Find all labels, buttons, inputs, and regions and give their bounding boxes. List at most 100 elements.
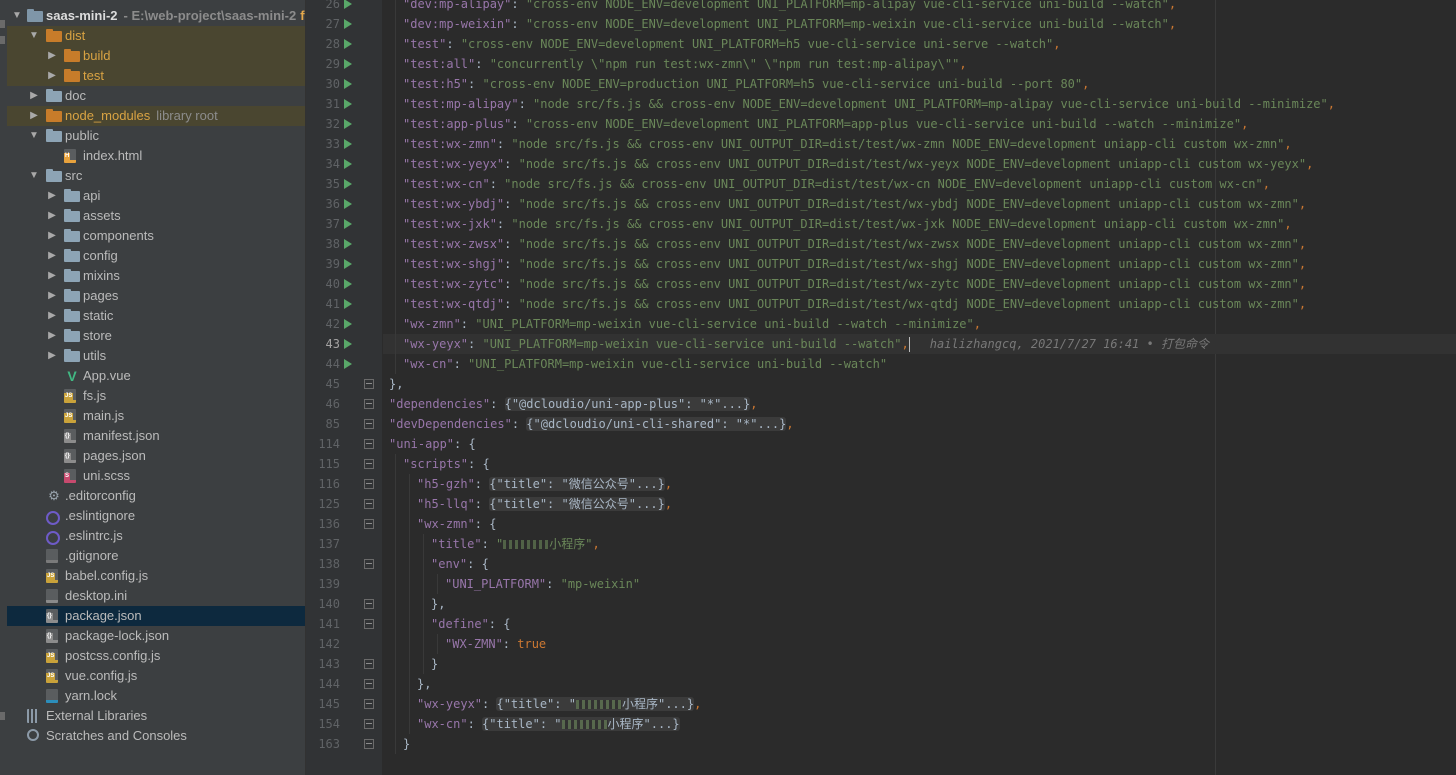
run-script-icon[interactable] (344, 239, 352, 249)
code-line[interactable]: "test:app-plus": "cross-env NODE_ENV=dev… (389, 114, 1248, 134)
tree-item-desktop-ini[interactable]: desktop.ini (7, 586, 305, 606)
code-line[interactable]: "test": "cross-env NODE_ENV=development … (389, 34, 1060, 54)
chevron-right-icon[interactable]: ▶ (46, 246, 58, 266)
folded-region[interactable]: {"title": " 小程序"...} (496, 697, 695, 711)
code-line[interactable]: "dev:mp-alipay": "cross-env NODE_ENV=dev… (389, 0, 1176, 14)
tree-item-fs-js[interactable]: JS fs.js (7, 386, 305, 406)
tree-item-scratches-and-consoles[interactable]: Scratches and Consoles (7, 726, 305, 746)
tree-item-index-html[interactable]: Hindex.html (7, 146, 305, 166)
chevron-right-icon[interactable]: ▶ (46, 286, 58, 306)
folded-region[interactable]: {"title": "微信公众号"...} (489, 477, 665, 491)
structure-tool-tab[interactable] (0, 36, 5, 44)
code-line[interactable]: "h5-llq": {"title": "微信公众号"...}, (389, 494, 672, 514)
chevron-down-icon[interactable]: ▼ (28, 126, 40, 146)
fold-toggle-icon[interactable] (364, 519, 374, 529)
tree-item-api[interactable]: ▶ api (7, 186, 305, 206)
tree-item-test[interactable]: ▶ test (7, 66, 305, 86)
code-line[interactable]: "wx-zmn": { (389, 514, 496, 534)
fold-toggle-icon[interactable] (364, 679, 374, 689)
fold-toggle-icon[interactable] (364, 419, 374, 429)
run-script-icon[interactable] (344, 179, 352, 189)
code-line[interactable]: "devDependencies": {"@dcloudio/uni-cli-s… (389, 414, 794, 434)
code-line[interactable]: "test:wx-yeyx": "node src/fs.js && cross… (389, 154, 1313, 174)
project-tool-tab[interactable] (0, 20, 5, 28)
code-line[interactable]: "define": { (389, 614, 510, 634)
chevron-right-icon[interactable]: ▶ (28, 86, 40, 106)
code-line[interactable]: "UNI_PLATFORM": "mp-weixin" (389, 574, 640, 594)
tree-item-mixins[interactable]: ▶ mixins (7, 266, 305, 286)
run-script-icon[interactable] (344, 299, 352, 309)
code-line[interactable]: }, (389, 374, 403, 394)
tree-item-babel-config-js[interactable]: JS babel.config.js (7, 566, 305, 586)
fold-toggle-icon[interactable] (364, 659, 374, 669)
chevron-right-icon[interactable]: ▶ (46, 46, 58, 66)
tree-item-public[interactable]: ▼ public (7, 126, 305, 146)
code-line[interactable]: "wx-cn": {"title": " 小程序"...} (389, 714, 680, 734)
code-line[interactable]: }, (389, 674, 431, 694)
tree-item-pages-json[interactable]: {} pages.json (7, 446, 305, 466)
tree-item-static[interactable]: ▶ static (7, 306, 305, 326)
chevron-right-icon[interactable]: ▶ (28, 106, 40, 126)
tree-item-doc[interactable]: ▶ doc (7, 86, 305, 106)
code-line[interactable]: "test:wx-jxk": "node src/fs.js && cross-… (389, 214, 1292, 234)
tree-item-uni-scss[interactable]: Suni.scss (7, 466, 305, 486)
chevron-right-icon[interactable]: ▶ (46, 66, 58, 86)
code-line[interactable]: "test:mp-alipay": "node src/fs.js && cro… (389, 94, 1335, 114)
tree-item-utils[interactable]: ▶ utils (7, 346, 305, 366)
chevron-right-icon[interactable]: ▶ (46, 266, 58, 286)
fold-toggle-icon[interactable] (364, 459, 374, 469)
code-line[interactable]: "scripts": { (389, 454, 490, 474)
code-line[interactable]: "test:all": "concurrently \"npm run test… (389, 54, 967, 74)
code-line[interactable]: "test:wx-ybdj": "node src/fs.js && cross… (389, 194, 1306, 214)
code-line[interactable]: "h5-gzh": {"title": "微信公众号"...}, (389, 474, 672, 494)
tree-item-app-vue[interactable]: V App.vue (7, 366, 305, 386)
tree-item-main-js[interactable]: JS main.js (7, 406, 305, 426)
chevron-right-icon[interactable]: ▶ (46, 226, 58, 246)
folded-region[interactable]: {"@dcloudio/uni-cli-shared": "*"...} (526, 417, 787, 431)
fold-toggle-icon[interactable] (364, 599, 374, 609)
code-line[interactable]: "title": " 小程序", (389, 534, 600, 554)
code-line[interactable]: } (389, 734, 410, 754)
fold-toggle-icon[interactable] (364, 619, 374, 629)
tree-item-vue-config-js[interactable]: JS vue.config.js (7, 666, 305, 686)
chevron-right-icon[interactable]: ▶ (46, 206, 58, 226)
tree-item-assets[interactable]: ▶ assets (7, 206, 305, 226)
tree-item-config[interactable]: ▶ config (7, 246, 305, 266)
code-line[interactable]: } (389, 654, 438, 674)
tree-item-postcss-config-js[interactable]: JS postcss.config.js (7, 646, 305, 666)
chevron-right-icon[interactable]: ▶ (46, 346, 58, 366)
fold-toggle-icon[interactable] (364, 499, 374, 509)
fold-toggle-icon[interactable] (364, 439, 374, 449)
code-line[interactable]: "test:wx-zytc": "node src/fs.js && cross… (389, 274, 1306, 294)
run-script-icon[interactable] (344, 359, 352, 369)
tree-item-package-json[interactable]: {} package.json (7, 606, 305, 626)
code-line[interactable]: "uni-app": { (389, 434, 476, 454)
run-script-icon[interactable] (344, 119, 352, 129)
run-script-icon[interactable] (344, 79, 352, 89)
code-line[interactable]: "wx-zmn": "UNI_PLATFORM=mp-weixin vue-cl… (389, 314, 981, 334)
code-line[interactable]: "WX-ZMN": true (389, 634, 546, 654)
tree-item-dist[interactable]: ▼ dist (7, 26, 305, 46)
code-line[interactable]: "dependencies": {"@dcloudio/uni-app-plus… (389, 394, 757, 414)
fold-toggle-icon[interactable] (364, 699, 374, 709)
fold-toggle-icon[interactable] (364, 719, 374, 729)
git-blame-annotation[interactable]: hailizhangcq, 2021/7/27 16:41 • 打包命令 (930, 337, 1209, 351)
code-line[interactable]: "test:wx-qtdj": "node src/fs.js && cross… (389, 294, 1306, 314)
tree-item-external-libraries[interactable]: External Libraries (7, 706, 305, 726)
run-script-icon[interactable] (344, 199, 352, 209)
code-line[interactable]: "wx-yeyx": {"title": " 小程序"...}, (389, 694, 701, 714)
favorites-tool-tab[interactable] (0, 712, 5, 720)
tree-item-components[interactable]: ▶ components (7, 226, 305, 246)
code-line[interactable]: "wx-yeyx": "UNI_PLATFORM=mp-weixin vue-c… (389, 334, 1209, 354)
chevron-down-icon[interactable]: ▼ (11, 6, 23, 26)
tree-item-manifest-json[interactable]: {} manifest.json (7, 426, 305, 446)
folded-region[interactable]: {"title": " 小程序"...} (482, 717, 680, 731)
fold-toggle-icon[interactable] (364, 479, 374, 489)
tree-item-eslintrc-js[interactable]: .eslintrc.js (7, 526, 305, 546)
run-script-icon[interactable] (344, 99, 352, 109)
chevron-down-icon[interactable]: ▼ (28, 166, 40, 186)
tree-root-project[interactable]: ▼ saas-mini-2 - E:\web-project\saas-mini-2… (7, 6, 305, 26)
run-script-icon[interactable] (344, 159, 352, 169)
chevron-down-icon[interactable]: ▼ (28, 26, 40, 46)
fold-toggle-icon[interactable] (364, 739, 374, 749)
